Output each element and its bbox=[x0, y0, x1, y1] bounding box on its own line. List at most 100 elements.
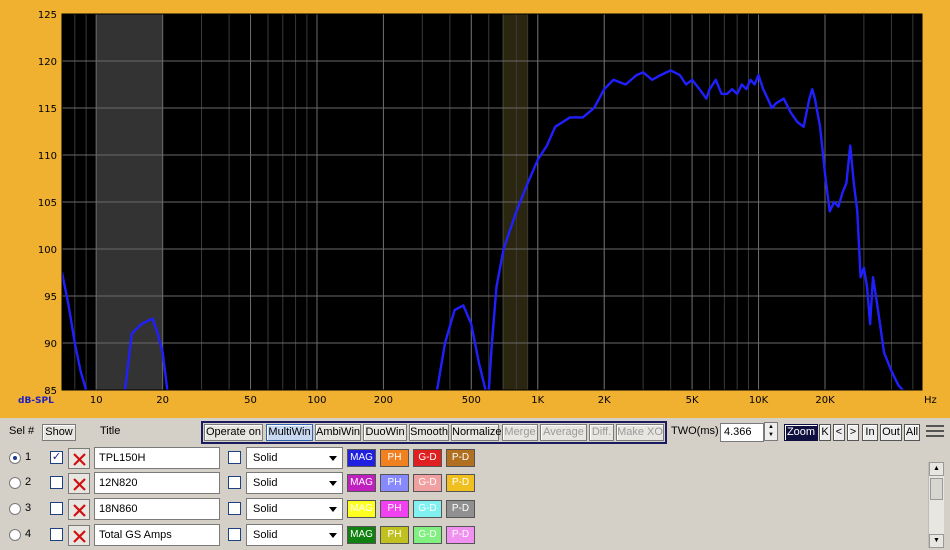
line-style-select[interactable]: Solid bbox=[246, 447, 343, 469]
color-chip-p-d[interactable]: P-D bbox=[446, 526, 475, 544]
merge-button[interactable]: Merge bbox=[502, 424, 538, 441]
color-chip-mag[interactable]: MAG bbox=[347, 449, 376, 467]
color-chip-p-d[interactable]: P-D bbox=[446, 474, 475, 492]
color-chip-p-d[interactable]: P-D bbox=[446, 500, 475, 518]
color-chip-g-d[interactable]: G-D bbox=[413, 526, 442, 544]
x-tick-label: 100 bbox=[307, 395, 326, 406]
scroll-down-icon[interactable]: ▼ bbox=[929, 534, 944, 548]
curve-title-input[interactable]: Total GS Amps bbox=[94, 524, 220, 546]
color-chip-g-d[interactable]: G-D bbox=[413, 449, 442, 467]
color-chip-ph[interactable]: PH bbox=[380, 449, 409, 467]
x-tick-label: 20 bbox=[156, 395, 169, 406]
color-chip-mag[interactable]: MAG bbox=[347, 500, 376, 518]
zoom-out-button[interactable]: Out bbox=[880, 424, 902, 441]
normalize-button[interactable]: Normalize bbox=[451, 424, 502, 441]
option-checkbox[interactable] bbox=[228, 451, 241, 464]
scroll-up-icon[interactable]: ▲ bbox=[929, 462, 944, 476]
chevron-down-icon bbox=[329, 481, 337, 486]
row-number: 4 bbox=[25, 528, 32, 540]
zoom-in-button[interactable]: In bbox=[862, 424, 878, 441]
select-radio[interactable] bbox=[9, 529, 21, 541]
option-checkbox[interactable] bbox=[228, 502, 241, 515]
row-number: 2 bbox=[25, 476, 32, 488]
delete-icon[interactable] bbox=[68, 448, 90, 469]
zoom-left-button[interactable]: < bbox=[833, 424, 845, 441]
select-radio[interactable] bbox=[9, 503, 21, 515]
option-checkbox[interactable] bbox=[228, 476, 241, 489]
chart-svg[interactable]: 85909510010511011512012510 20 50 100 200 500 1… bbox=[0, 0, 950, 418]
y-tick-label: 125 bbox=[38, 10, 57, 21]
color-chip-ph[interactable]: PH bbox=[380, 474, 409, 492]
line-style-value: Solid bbox=[253, 452, 278, 464]
curve-list-scrollbar[interactable]: ▲ ▼ bbox=[928, 462, 944, 548]
curve-title-input[interactable]: TPL150H bbox=[94, 447, 220, 469]
curve-row: 1 ✓ TPL150H Solid MAG PH G-D P-D bbox=[0, 446, 928, 472]
zoom-right-button[interactable]: > bbox=[847, 424, 859, 441]
option-checkbox[interactable] bbox=[228, 528, 241, 541]
duowin-button[interactable]: DuoWin bbox=[363, 424, 407, 441]
show-button[interactable]: Show bbox=[42, 424, 76, 441]
line-style-value: Solid bbox=[253, 477, 278, 489]
line-style-select[interactable]: Solid bbox=[246, 472, 343, 494]
sel-column-label: Sel # bbox=[9, 425, 35, 437]
show-checkbox[interactable]: ✓ bbox=[50, 451, 63, 464]
color-chip-mag[interactable]: MAG bbox=[347, 474, 376, 492]
curve-list: 1 ✓ TPL150H Solid MAG PH G-D P-D 2 12N820 Solid MAG… bbox=[0, 446, 928, 550]
curve-row: 4 Total GS Amps Solid MAG PH G-D P-D bbox=[0, 523, 928, 549]
x-tick-label: 5K bbox=[686, 395, 699, 406]
average-button[interactable]: Average bbox=[540, 424, 587, 441]
x-tick-label: 10K bbox=[749, 395, 769, 406]
menu-icon[interactable] bbox=[926, 425, 944, 439]
frequency-response-chart[interactable]: 85 90 95 100 105 110 115 120 125 10 20 50 100 200 500 1… bbox=[0, 0, 950, 418]
zoom-all-button[interactable]: All bbox=[904, 424, 920, 441]
curve-title-input[interactable]: 12N820 bbox=[94, 472, 220, 494]
y-axis-label: dB-SPL bbox=[18, 396, 54, 406]
line-style-select[interactable]: Solid bbox=[246, 524, 343, 546]
multiwin-button[interactable]: MultiWin bbox=[266, 424, 313, 441]
x-axis-label: Hz bbox=[924, 395, 937, 406]
two-ms-spinner[interactable]: ▲ ▼ bbox=[764, 422, 778, 441]
ambiwin-button[interactable]: AmbiWin bbox=[315, 424, 361, 441]
y-tick-label: 120 bbox=[38, 57, 57, 68]
title-column-label: Title bbox=[100, 425, 121, 437]
color-chip-ph[interactable]: PH bbox=[380, 526, 409, 544]
y-tick-label: 95 bbox=[44, 292, 57, 303]
line-style-select[interactable]: Solid bbox=[246, 498, 343, 520]
x-tick-label: 500 bbox=[462, 395, 481, 406]
y-tick-label: 115 bbox=[38, 104, 57, 115]
x-tick-label: 10 bbox=[90, 395, 103, 406]
scrollbar-thumb[interactable] bbox=[930, 478, 943, 500]
x-tick-label: 1K bbox=[531, 395, 544, 406]
curve-row: 2 12N820 Solid MAG PH G-D P-D bbox=[0, 471, 928, 497]
row-number: 1 bbox=[25, 451, 32, 463]
curve-toolbar: Sel # Show Title Operate on MultiWin Amb… bbox=[0, 420, 950, 446]
color-chip-g-d[interactable]: G-D bbox=[413, 500, 442, 518]
show-checkbox[interactable] bbox=[50, 528, 63, 541]
chevron-down-icon bbox=[329, 507, 337, 512]
color-chip-mag[interactable]: MAG bbox=[347, 526, 376, 544]
delete-icon[interactable] bbox=[68, 525, 90, 546]
diff-button[interactable]: Diff. bbox=[589, 424, 614, 441]
make-xo-button[interactable]: Make XO bbox=[616, 424, 664, 441]
delete-icon[interactable] bbox=[68, 473, 90, 494]
x-tick-label: 50 bbox=[244, 395, 257, 406]
select-radio[interactable] bbox=[9, 452, 21, 464]
color-chip-p-d[interactable]: P-D bbox=[446, 449, 475, 467]
two-label: TWO(ms) bbox=[671, 425, 719, 437]
select-radio[interactable] bbox=[9, 477, 21, 489]
y-tick-label: 105 bbox=[38, 198, 57, 209]
line-style-value: Solid bbox=[253, 529, 278, 541]
show-checkbox[interactable] bbox=[50, 476, 63, 489]
chevron-down-icon bbox=[329, 533, 337, 538]
two-ms-input[interactable]: 4.366 bbox=[720, 423, 764, 442]
smooth-button[interactable]: Smooth bbox=[409, 424, 449, 441]
operate-on-button[interactable]: Operate on bbox=[204, 424, 263, 441]
show-checkbox[interactable] bbox=[50, 502, 63, 515]
delete-icon[interactable] bbox=[68, 499, 90, 520]
color-chip-ph[interactable]: PH bbox=[380, 500, 409, 518]
y-tick-label: 90 bbox=[44, 339, 57, 350]
zoom-k-button[interactable]: K bbox=[819, 424, 831, 441]
color-chip-g-d[interactable]: G-D bbox=[413, 474, 442, 492]
chevron-down-icon bbox=[329, 456, 337, 461]
curve-title-input[interactable]: 18N860 bbox=[94, 498, 220, 520]
